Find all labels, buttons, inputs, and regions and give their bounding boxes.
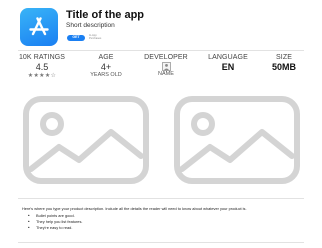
list-item: Bullet points are good. [22,213,312,218]
stat-developer: DEVELOPER NAME [136,54,196,77]
age-value: 4+ [100,62,112,72]
app-subtitle: Short description [66,22,115,29]
app-header: Title of the app Short description GET I… [20,8,310,46]
ratings-label: 10K RATINGS [18,54,66,61]
language-label: LANGUAGE [208,54,248,61]
stats-row: 10K RATINGS 4.5 ★★★★☆ AGE 4+ YEARS OLD D… [8,54,314,80]
age-label: AGE [98,54,114,61]
rating-value: 4.5 [35,62,49,72]
description-intro: Here's where you type your product descr… [22,206,247,211]
app-title: Title of the app [66,9,145,21]
developer-label: DEVELOPER [144,54,188,61]
footer-divider [18,242,304,243]
image-placeholder-icon [23,96,149,184]
stat-ratings: 10K RATINGS 4.5 ★★★★☆ [12,54,72,79]
app-store-icon [20,8,58,46]
header-divider [18,50,304,51]
stat-language: LANGUAGE EN [198,54,258,72]
list-item: They help you list features. [22,219,312,224]
size-label: SIZE [276,54,292,61]
image-placeholder-icon [174,96,300,184]
in-app-purchases-note: In-App Purchases [89,34,102,40]
screenshot-2[interactable] [172,94,302,186]
star-rating-icon: ★★★★☆ [27,73,57,79]
developer-avatar-icon [161,62,171,71]
get-button[interactable]: GET [67,35,85,41]
list-item: They're easy to read. [22,225,312,230]
feature-list: Bullet points are good. They help you li… [22,213,312,231]
age-sub: YEARS OLD [90,72,122,78]
developer-name: NAME [158,71,174,77]
product-description: Here's where you type your product descr… [22,206,312,232]
language-value: EN [221,62,235,72]
stat-age: AGE 4+ YEARS OLD [76,54,136,78]
description-divider [18,198,304,199]
size-value: 50MB [271,62,296,72]
screenshot-1[interactable] [21,94,151,186]
stat-size: SIZE 50MB [254,54,314,72]
